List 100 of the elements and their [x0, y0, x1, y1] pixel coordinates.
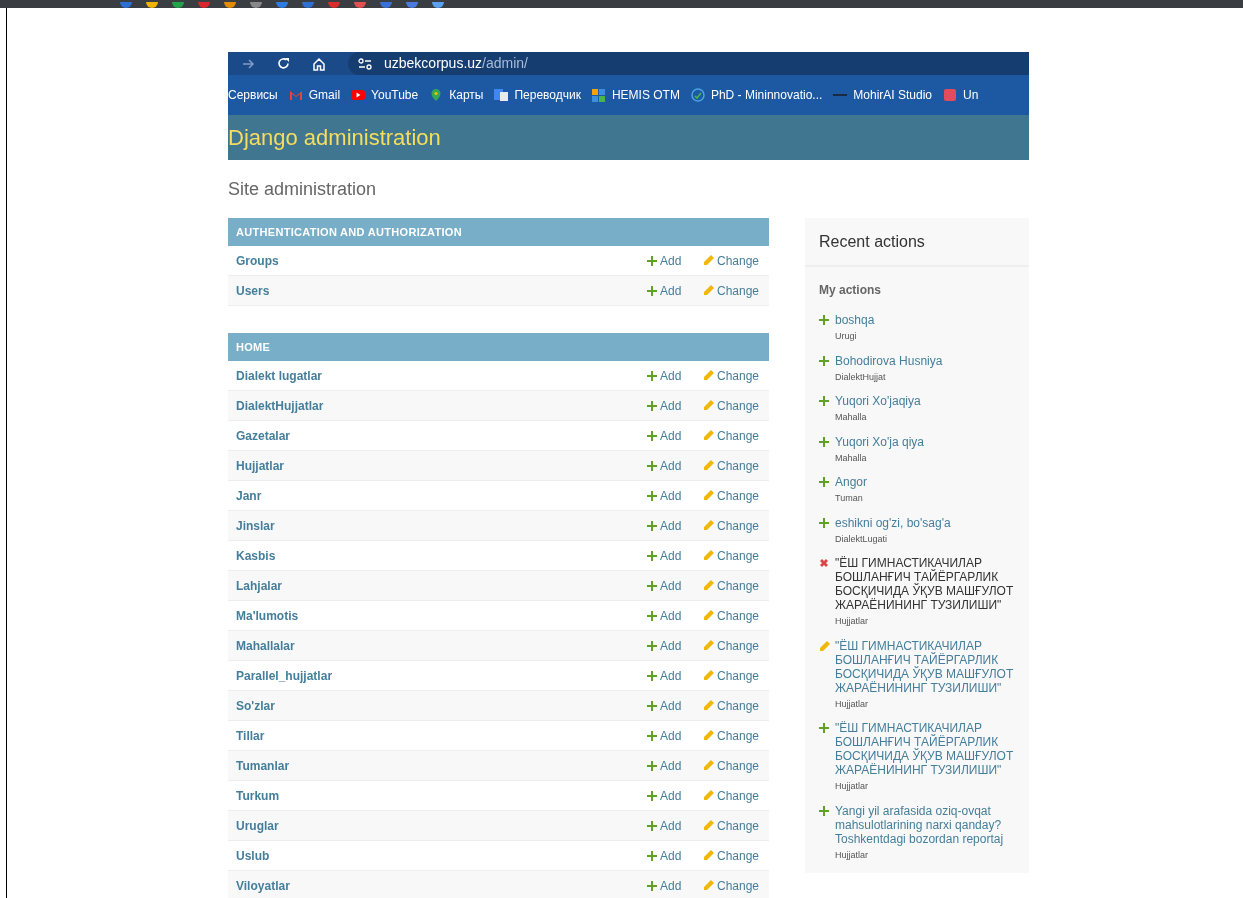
- add-link[interactable]: Add: [647, 516, 703, 535]
- bookmark[interactable]: Переводчик: [494, 86, 581, 104]
- bookmark[interactable]: Gmail: [288, 86, 341, 104]
- change-link[interactable]: Change: [703, 426, 761, 445]
- site-title[interactable]: Django administration: [228, 121, 441, 154]
- pencil-icon: [703, 520, 714, 531]
- add-link[interactable]: Add: [647, 726, 703, 745]
- reload-icon[interactable]: [277, 57, 290, 70]
- app-icon[interactable]: [250, 2, 262, 8]
- change-link[interactable]: Change: [703, 636, 761, 655]
- change-link[interactable]: Change: [703, 366, 761, 385]
- change-link[interactable]: Change: [703, 281, 761, 300]
- change-link[interactable]: Change: [703, 876, 761, 895]
- model-link[interactable]: Dialekt lugatlar: [236, 366, 647, 385]
- url-field[interactable]: uzbekcorpus.uz/admin/: [348, 52, 1029, 75]
- model-link[interactable]: Tillar: [236, 726, 647, 745]
- app-icon[interactable]: [172, 2, 184, 8]
- add-link[interactable]: Add: [647, 666, 703, 685]
- change-link[interactable]: Change: [703, 756, 761, 775]
- add-link[interactable]: Add: [647, 876, 703, 895]
- action-link[interactable]: "ЁШ ГИМНАСТИКАЧИЛАР БОШЛАНҒИЧ ТАЙЁРГАРЛИК БОСҚИЧИДА ЎҚУВ МАШҒУЛОТ ЖАРАЁНИНИНГ ТУЗИЛИШИ": [835, 721, 1015, 777]
- model-link[interactable]: Mahallalar: [236, 636, 647, 655]
- model-link[interactable]: Janr: [236, 486, 647, 505]
- model-link[interactable]: Turkum: [236, 786, 647, 805]
- action-link[interactable]: "ЁШ ГИМНАСТИКАЧИЛАР БОШЛАНҒИЧ ТАЙЁРГАРЛИК БОСҚИЧИДА ЎҚУВ МАШҒУЛОТ ЖАРАЁНИНИНГ ТУЗИЛИШИ": [835, 638, 1015, 695]
- bookmark[interactable]: Сервисы: [228, 86, 278, 104]
- model-link[interactable]: DialektHujjatlar: [236, 396, 647, 415]
- action-link[interactable]: Yuqori Xo'jaqiya: [835, 394, 921, 408]
- change-link[interactable]: Change: [703, 846, 761, 865]
- plus-icon: [819, 517, 829, 528]
- model-link[interactable]: Jinslar: [236, 516, 647, 535]
- change-link[interactable]: Change: [703, 816, 761, 835]
- change-link[interactable]: Change: [703, 786, 761, 805]
- model-link[interactable]: Kasbis: [236, 546, 647, 565]
- change-link[interactable]: Change: [703, 576, 761, 595]
- plus-icon: [819, 723, 829, 733]
- app-icon[interactable]: [146, 2, 158, 8]
- action-link[interactable]: boshqa: [835, 313, 875, 327]
- model-link[interactable]: Uslub: [236, 846, 647, 865]
- add-link[interactable]: Add: [647, 576, 703, 595]
- add-link[interactable]: Add: [647, 281, 703, 300]
- bookmark[interactable]: PhD - Mininnovatio...: [690, 86, 823, 104]
- model-link[interactable]: Gazetalar: [236, 426, 647, 445]
- panel-title: Recent actions: [805, 218, 1029, 267]
- add-link[interactable]: Add: [647, 606, 703, 625]
- action-link[interactable]: Yuqori Xo'ja qiya: [835, 434, 924, 449]
- change-link[interactable]: Change: [703, 396, 761, 415]
- bookmark[interactable]: MohirAI Studio: [833, 86, 933, 104]
- action-link[interactable]: Bohodirova Husniya: [835, 353, 943, 368]
- add-link[interactable]: Add: [647, 396, 703, 415]
- add-link[interactable]: Add: [647, 756, 703, 775]
- app-icon[interactable]: [276, 2, 288, 8]
- change-link[interactable]: Change: [703, 486, 761, 505]
- bookmark[interactable]: HEMIS OTM: [591, 86, 680, 104]
- change-link[interactable]: Change: [703, 726, 761, 745]
- model-link[interactable]: Groups: [236, 251, 647, 270]
- add-link[interactable]: Add: [647, 251, 703, 270]
- model-link[interactable]: Parallel_hujjatlar: [236, 666, 647, 685]
- action-type: Hujjatlar: [835, 615, 869, 628]
- plus-icon: [647, 850, 657, 861]
- pencil-icon: [703, 370, 714, 381]
- site-settings-icon[interactable]: [358, 57, 372, 70]
- change-link[interactable]: Change: [703, 251, 761, 270]
- add-link[interactable]: Add: [647, 546, 703, 565]
- add-link[interactable]: Add: [647, 456, 703, 475]
- model-link[interactable]: Ma'lumotis: [236, 606, 647, 625]
- change-link[interactable]: Change: [703, 696, 761, 715]
- bookmark[interactable]: Карты: [429, 86, 484, 104]
- change-link[interactable]: Change: [703, 606, 761, 625]
- app-icon[interactable]: [406, 2, 418, 8]
- bookmark[interactable]: YouTube: [351, 86, 419, 104]
- add-link[interactable]: Add: [647, 636, 703, 655]
- bookmark[interactable]: Un: [943, 86, 979, 104]
- add-link[interactable]: Add: [647, 426, 703, 445]
- add-link[interactable]: Add: [647, 786, 703, 805]
- add-link[interactable]: Add: [647, 696, 703, 715]
- action-link[interactable]: Angor: [835, 475, 868, 489]
- model-link[interactable]: Tumanlar: [236, 756, 647, 775]
- change-link[interactable]: Change: [703, 546, 761, 565]
- model-link[interactable]: Users: [236, 281, 647, 300]
- app-icon[interactable]: [224, 2, 236, 8]
- action-link[interactable]: Yangi yil arafasida oziq-ovqat mahsulotlarining narxi qanday? Toshkentdagi bozordan reportaj: [835, 803, 1015, 846]
- model-link[interactable]: Uruglar: [236, 816, 647, 835]
- change-link[interactable]: Change: [703, 666, 761, 685]
- model-link[interactable]: Lahjalar: [236, 576, 647, 595]
- change-link[interactable]: Change: [703, 456, 761, 475]
- change-link[interactable]: Change: [703, 516, 761, 535]
- action-link[interactable]: eshikni og'zi, bo'sag'a: [835, 515, 951, 530]
- model-link[interactable]: Hujjatlar: [236, 456, 647, 475]
- model-link[interactable]: So'zlar: [236, 696, 647, 715]
- add-link[interactable]: Add: [647, 816, 703, 835]
- home-icon[interactable]: [312, 56, 326, 71]
- plus-icon: [647, 460, 657, 471]
- model-link[interactable]: Viloyatlar: [236, 876, 647, 895]
- app-icon[interactable]: [432, 2, 444, 8]
- add-link[interactable]: Add: [647, 486, 703, 505]
- add-link[interactable]: Add: [647, 846, 703, 865]
- forward-arrow-icon[interactable]: [242, 57, 255, 70]
- app-icon[interactable]: [354, 2, 366, 8]
- add-link[interactable]: Add: [647, 366, 703, 385]
